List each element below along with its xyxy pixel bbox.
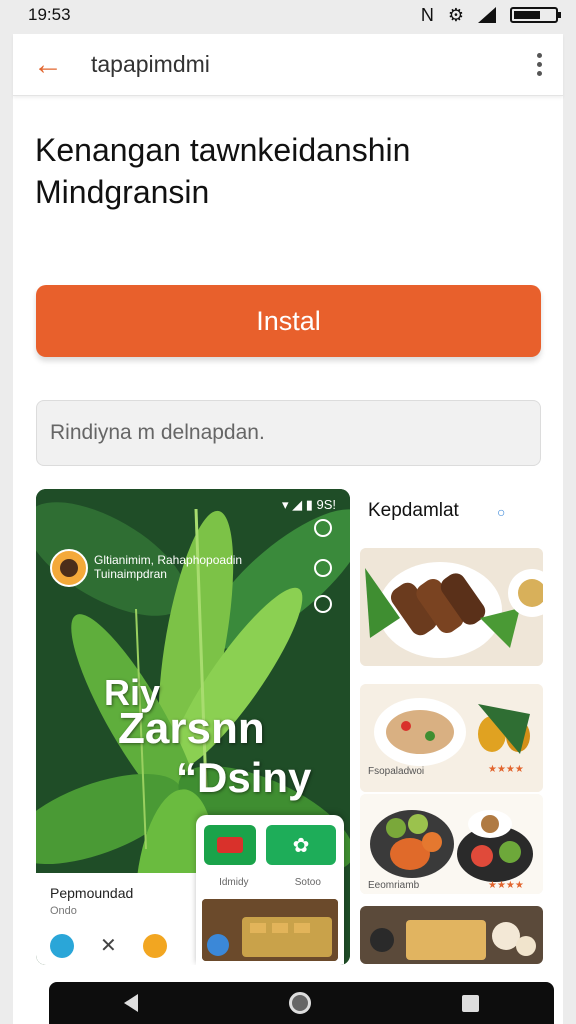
install-button[interactable]: Instal [36,285,541,357]
side-panel-title: Kepdamlat [368,500,459,521]
app-bar: ← tapapimdmi [13,34,563,96]
nav-recents-icon[interactable] [461,994,479,1012]
preview-subtext: Gltianimim, Rahaphopoadin Tuinaimpdran [94,553,243,581]
food-rating-1: ★★★★ [488,764,524,775]
back-arrow-icon[interactable]: ← [31,48,65,82]
food-label-1: Fsopaladwoi [368,766,425,777]
food-label-2: Eeomriamb [368,880,420,891]
headline-line-2: Mindgransin [35,174,210,210]
app-headline: Kenangan tawnkeidanshin Mindgransin [35,129,535,213]
inner-card-photo [202,899,338,961]
search-input[interactable]: Rindiyna m delnapdan. [36,400,541,466]
app-bar-title: tapapimdmi [91,51,210,77]
preview-side-icon [314,559,332,577]
status-bar: 19:53 N ⚙ [0,0,576,30]
food-photo-platter[interactable] [360,906,543,964]
system-nav-bar [49,982,554,1024]
avatar [50,549,88,587]
preview-title-2: Zarsnn [118,704,265,753]
inner-card-tile-right: ✿ [266,825,336,865]
vibrate-icon: ⚙ [447,4,464,25]
info-icon: ○ [497,504,506,520]
food-photo-vegetables[interactable] [360,794,543,894]
home-icon [142,933,167,958]
inner-card-tile-left [204,825,256,865]
preview-inner-card: ✿ Idmidy Sotoo [196,815,344,965]
food-photo-grill[interactable] [360,548,543,666]
app-page-card: ← tapapimdmi Kenangan tawnkeidanshin Min… [13,34,563,1024]
chat-icon [50,933,74,958]
signal-icon [478,7,496,23]
preview-bottom-sub: Ondo [50,905,77,917]
screenshot-preview-main[interactable]: ▾ ◢ ▮ 9S! Gltianimim, Rahaphopoadin Tuin… [36,489,350,965]
preview-side-icon [314,519,332,537]
inner-card-label-right: Sotoo [294,877,321,888]
shuffle-icon: ✕ [100,935,117,957]
nav-back-icon[interactable] [124,994,139,1012]
headline-line-1: Kenangan tawnkeidanshin [35,132,411,168]
preview-title-3: “Dsiny [176,754,312,801]
more-options-icon[interactable] [533,53,545,76]
status-time: 19:53 [28,5,71,24]
food-rating-2: ★★★★ [488,880,524,891]
preview-bottom-icons: ✕ [50,933,197,958]
preview-bottom-panel: Pepmoundad Ondo ✕ [36,873,211,965]
status-icons: N ⚙ [420,4,561,26]
inner-card-label-left: Idmidy [219,877,249,888]
nfc-icon: N [420,4,434,25]
battery-icon [510,7,561,23]
preview-side-icon [314,595,332,613]
nav-home-icon[interactable] [288,992,311,1014]
preview-bottom-title: Pepmoundad [50,885,134,901]
preview-status-bar: ▾ ◢ ▮ 9S! [281,497,336,512]
